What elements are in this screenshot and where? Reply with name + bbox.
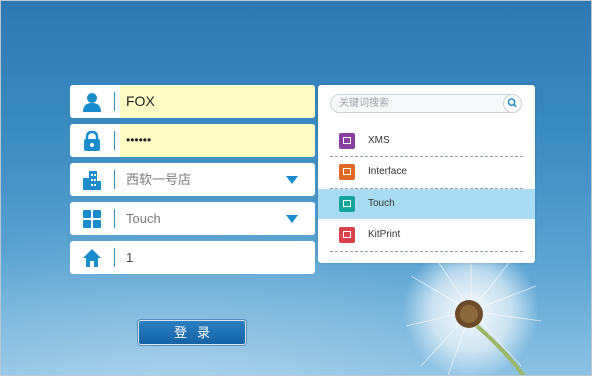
login-screen: FOX •••••• 西软一号店 Touch 1 登录 关键词搜索 XMS In… bbox=[0, 0, 592, 376]
lock-icon bbox=[84, 131, 100, 151]
app-item-touch[interactable]: Touch bbox=[318, 189, 535, 219]
app-item-kitprint[interactable]: KitPrint bbox=[318, 220, 535, 250]
search-icon bbox=[507, 98, 517, 108]
dandelion-image bbox=[403, 246, 542, 375]
kitprint-icon bbox=[339, 227, 355, 243]
app-item-label: Touch bbox=[368, 198, 395, 209]
app-item-xms[interactable]: XMS bbox=[318, 126, 535, 156]
app-list-panel: XMS Interface Touch KitPrint bbox=[318, 85, 535, 263]
interface-icon bbox=[339, 164, 355, 180]
app-item-label: XMS bbox=[368, 135, 390, 146]
field-separator bbox=[114, 209, 115, 228]
user-icon bbox=[83, 93, 101, 112]
station-value: 1 bbox=[126, 250, 134, 265]
mode-select[interactable]: Touch bbox=[70, 202, 315, 235]
field-separator bbox=[114, 170, 115, 189]
field-separator bbox=[114, 248, 115, 267]
station-field[interactable]: 1 bbox=[70, 241, 315, 274]
field-separator bbox=[114, 92, 115, 111]
field-separator bbox=[114, 131, 115, 150]
home-icon bbox=[83, 249, 101, 267]
store-select[interactable]: 西软一号店 bbox=[70, 163, 315, 196]
app-item-label: Interface bbox=[368, 166, 407, 177]
grid-icon bbox=[83, 210, 101, 228]
building-icon bbox=[83, 171, 101, 190]
store-value: 西软一号店 bbox=[126, 172, 192, 187]
touch-icon bbox=[339, 196, 355, 212]
password-field[interactable]: •••••• bbox=[70, 124, 315, 157]
search-button[interactable] bbox=[503, 94, 522, 113]
login-button[interactable]: 登录 bbox=[138, 320, 246, 345]
app-item-label: KitPrint bbox=[368, 229, 401, 240]
search-box bbox=[330, 94, 522, 113]
password-value: •••••• bbox=[126, 133, 152, 147]
username-value: FOX bbox=[126, 93, 155, 109]
dropdown-arrow-icon[interactable] bbox=[286, 215, 298, 223]
username-field[interactable]: FOX bbox=[70, 85, 315, 118]
mode-value: Touch bbox=[126, 211, 161, 226]
search-input[interactable] bbox=[339, 95, 499, 112]
dropdown-arrow-icon[interactable] bbox=[286, 176, 298, 184]
xms-icon bbox=[339, 133, 355, 149]
divider bbox=[330, 251, 523, 252]
app-item-interface[interactable]: Interface bbox=[318, 157, 535, 187]
